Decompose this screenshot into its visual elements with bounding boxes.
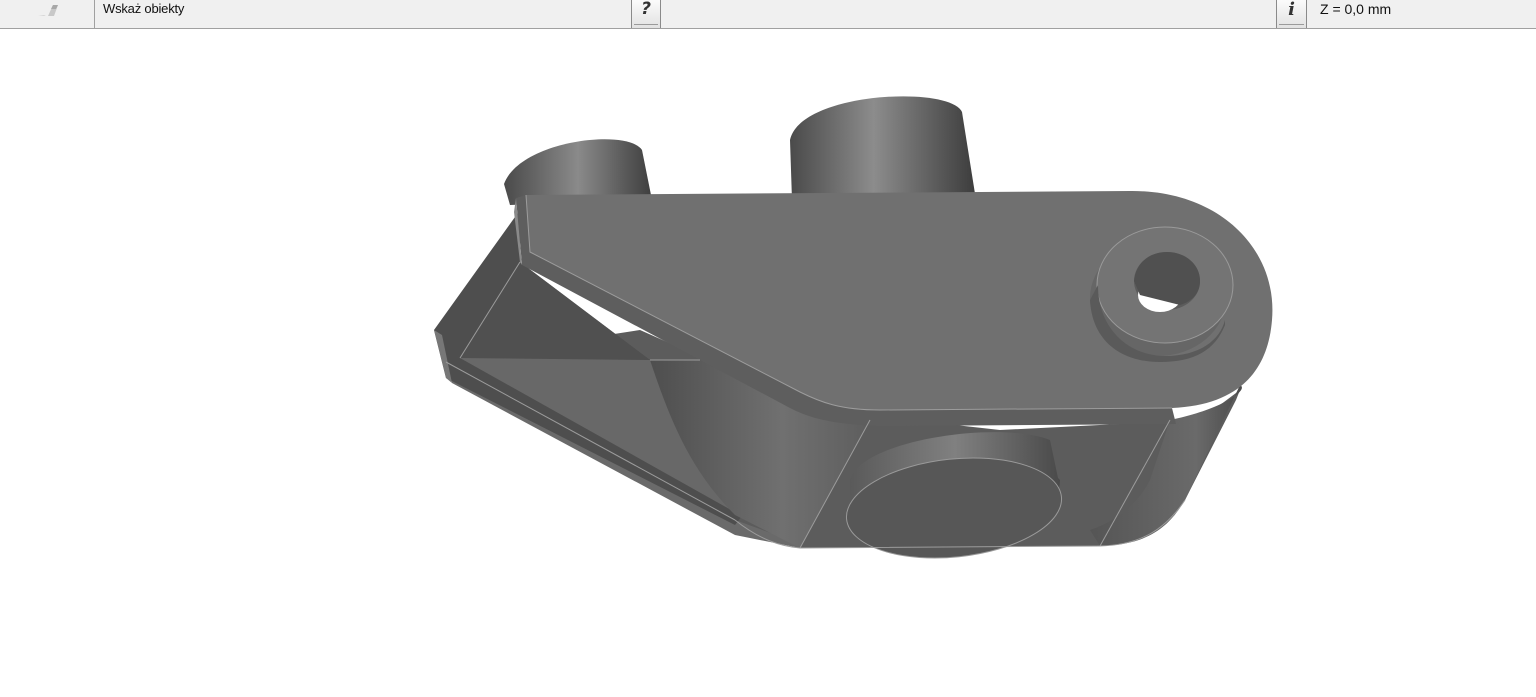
help-button[interactable]: ? [631, 0, 661, 28]
3d-part-model[interactable] [0, 29, 1536, 697]
info-button-notch [1279, 24, 1304, 28]
tool-cell [0, 0, 95, 28]
pencil-icon [38, 5, 58, 16]
prompt-cell: Wskaż obiekty [95, 0, 631, 28]
help-icon: ? [641, 0, 651, 19]
info-icon: i [1288, 0, 1295, 20]
center-boss [790, 96, 976, 200]
help-button-notch [634, 24, 658, 28]
info-button[interactable]: i [1276, 0, 1307, 28]
z-coordinate-readout: Z = 0,0 mm [1320, 1, 1392, 17]
message-cell [661, 0, 1276, 28]
3d-viewport[interactable] [0, 29, 1536, 697]
coordinate-cell: Z = 0,0 mm [1307, 0, 1536, 28]
status-bar: Wskaż obiekty ? i Z = 0,0 mm [0, 0, 1536, 29]
command-prompt-text: Wskaż obiekty [103, 1, 185, 16]
